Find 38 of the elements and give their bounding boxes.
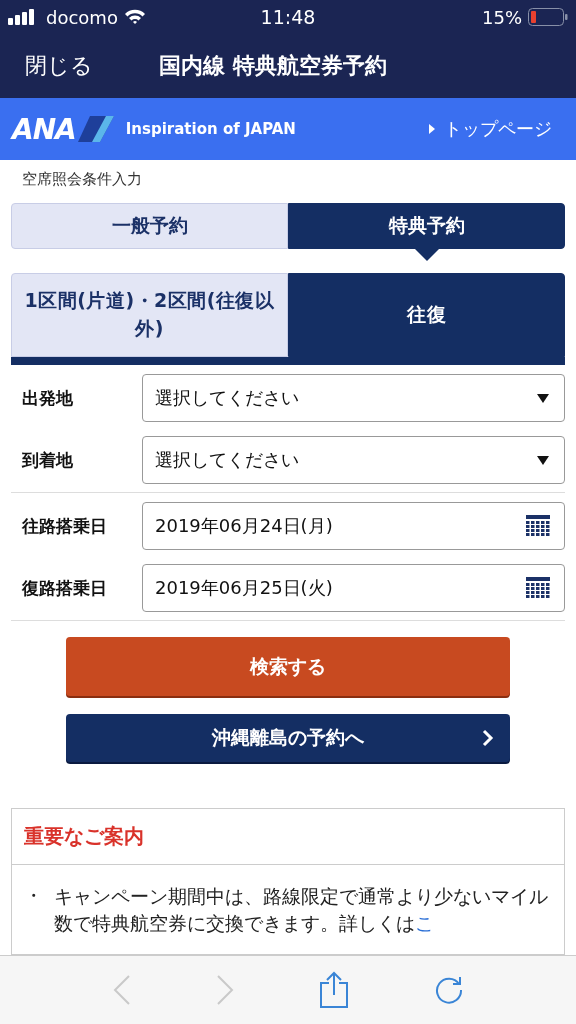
brand-logo: ANA — [12, 112, 76, 146]
booking-tab[interactable]: 一般予約 — [11, 203, 288, 249]
carrier-name: docomo — [46, 6, 118, 28]
date-field[interactable]: 2019年06月24日(月) — [142, 502, 565, 550]
field-label: 復路搭乗日 — [21, 576, 108, 600]
close-button[interactable]: 閉じる — [25, 51, 93, 81]
share-icon[interactable] — [318, 971, 349, 1009]
chevron-icon — [482, 729, 494, 747]
tab-pointer-icon — [414, 249, 439, 261]
details-link[interactable]: こ — [415, 911, 434, 934]
dropdown-arrow-icon — [536, 454, 550, 466]
battery-percent: 15% — [482, 6, 522, 28]
caret-icon — [428, 123, 436, 135]
okinawa-button[interactable]: 沖縄離島の予約へ — [66, 714, 510, 762]
bullet: ・ — [24, 883, 40, 908]
field-label: 出発地 — [21, 386, 74, 410]
search-button[interactable]: 検索する — [66, 637, 510, 696]
page-title: 国内線 特典航空券予約 — [159, 52, 387, 80]
trip-tab[interactable]: 往復 — [288, 273, 565, 357]
battery-icon — [528, 8, 568, 26]
dropdown-field[interactable]: 選択してください — [142, 436, 565, 484]
field-label: 到着地 — [21, 448, 74, 472]
date-field[interactable]: 2019年06月25日(火) — [142, 564, 565, 612]
notice-title: 重要なご案内 — [12, 809, 564, 865]
dropdown-field[interactable]: 選択してください — [142, 374, 565, 422]
notice-text: キャンペーン期間中は、路線限定で通常より少ないマイル数で特典航空券に交換できます。詳しくはこ — [54, 884, 549, 936]
calendar-icon[interactable] — [526, 515, 550, 537]
field-label: 往路搭乗日 — [21, 514, 108, 538]
status-time: 11:48 — [260, 6, 316, 28]
section-label: 空席照会条件入力 — [21, 169, 143, 190]
reload-icon[interactable] — [433, 975, 464, 1005]
top-page-link[interactable]: トップページ — [428, 117, 552, 141]
calendar-icon[interactable] — [526, 577, 550, 599]
dropdown-arrow-icon — [536, 392, 550, 404]
stripes-icon — [77, 116, 114, 142]
brand-tagline: Inspiration of JAPAN — [125, 120, 296, 138]
wifi-icon — [123, 9, 146, 25]
trip-tab[interactable]: 1区間(片道)・2区間(往復以外) — [11, 273, 288, 357]
